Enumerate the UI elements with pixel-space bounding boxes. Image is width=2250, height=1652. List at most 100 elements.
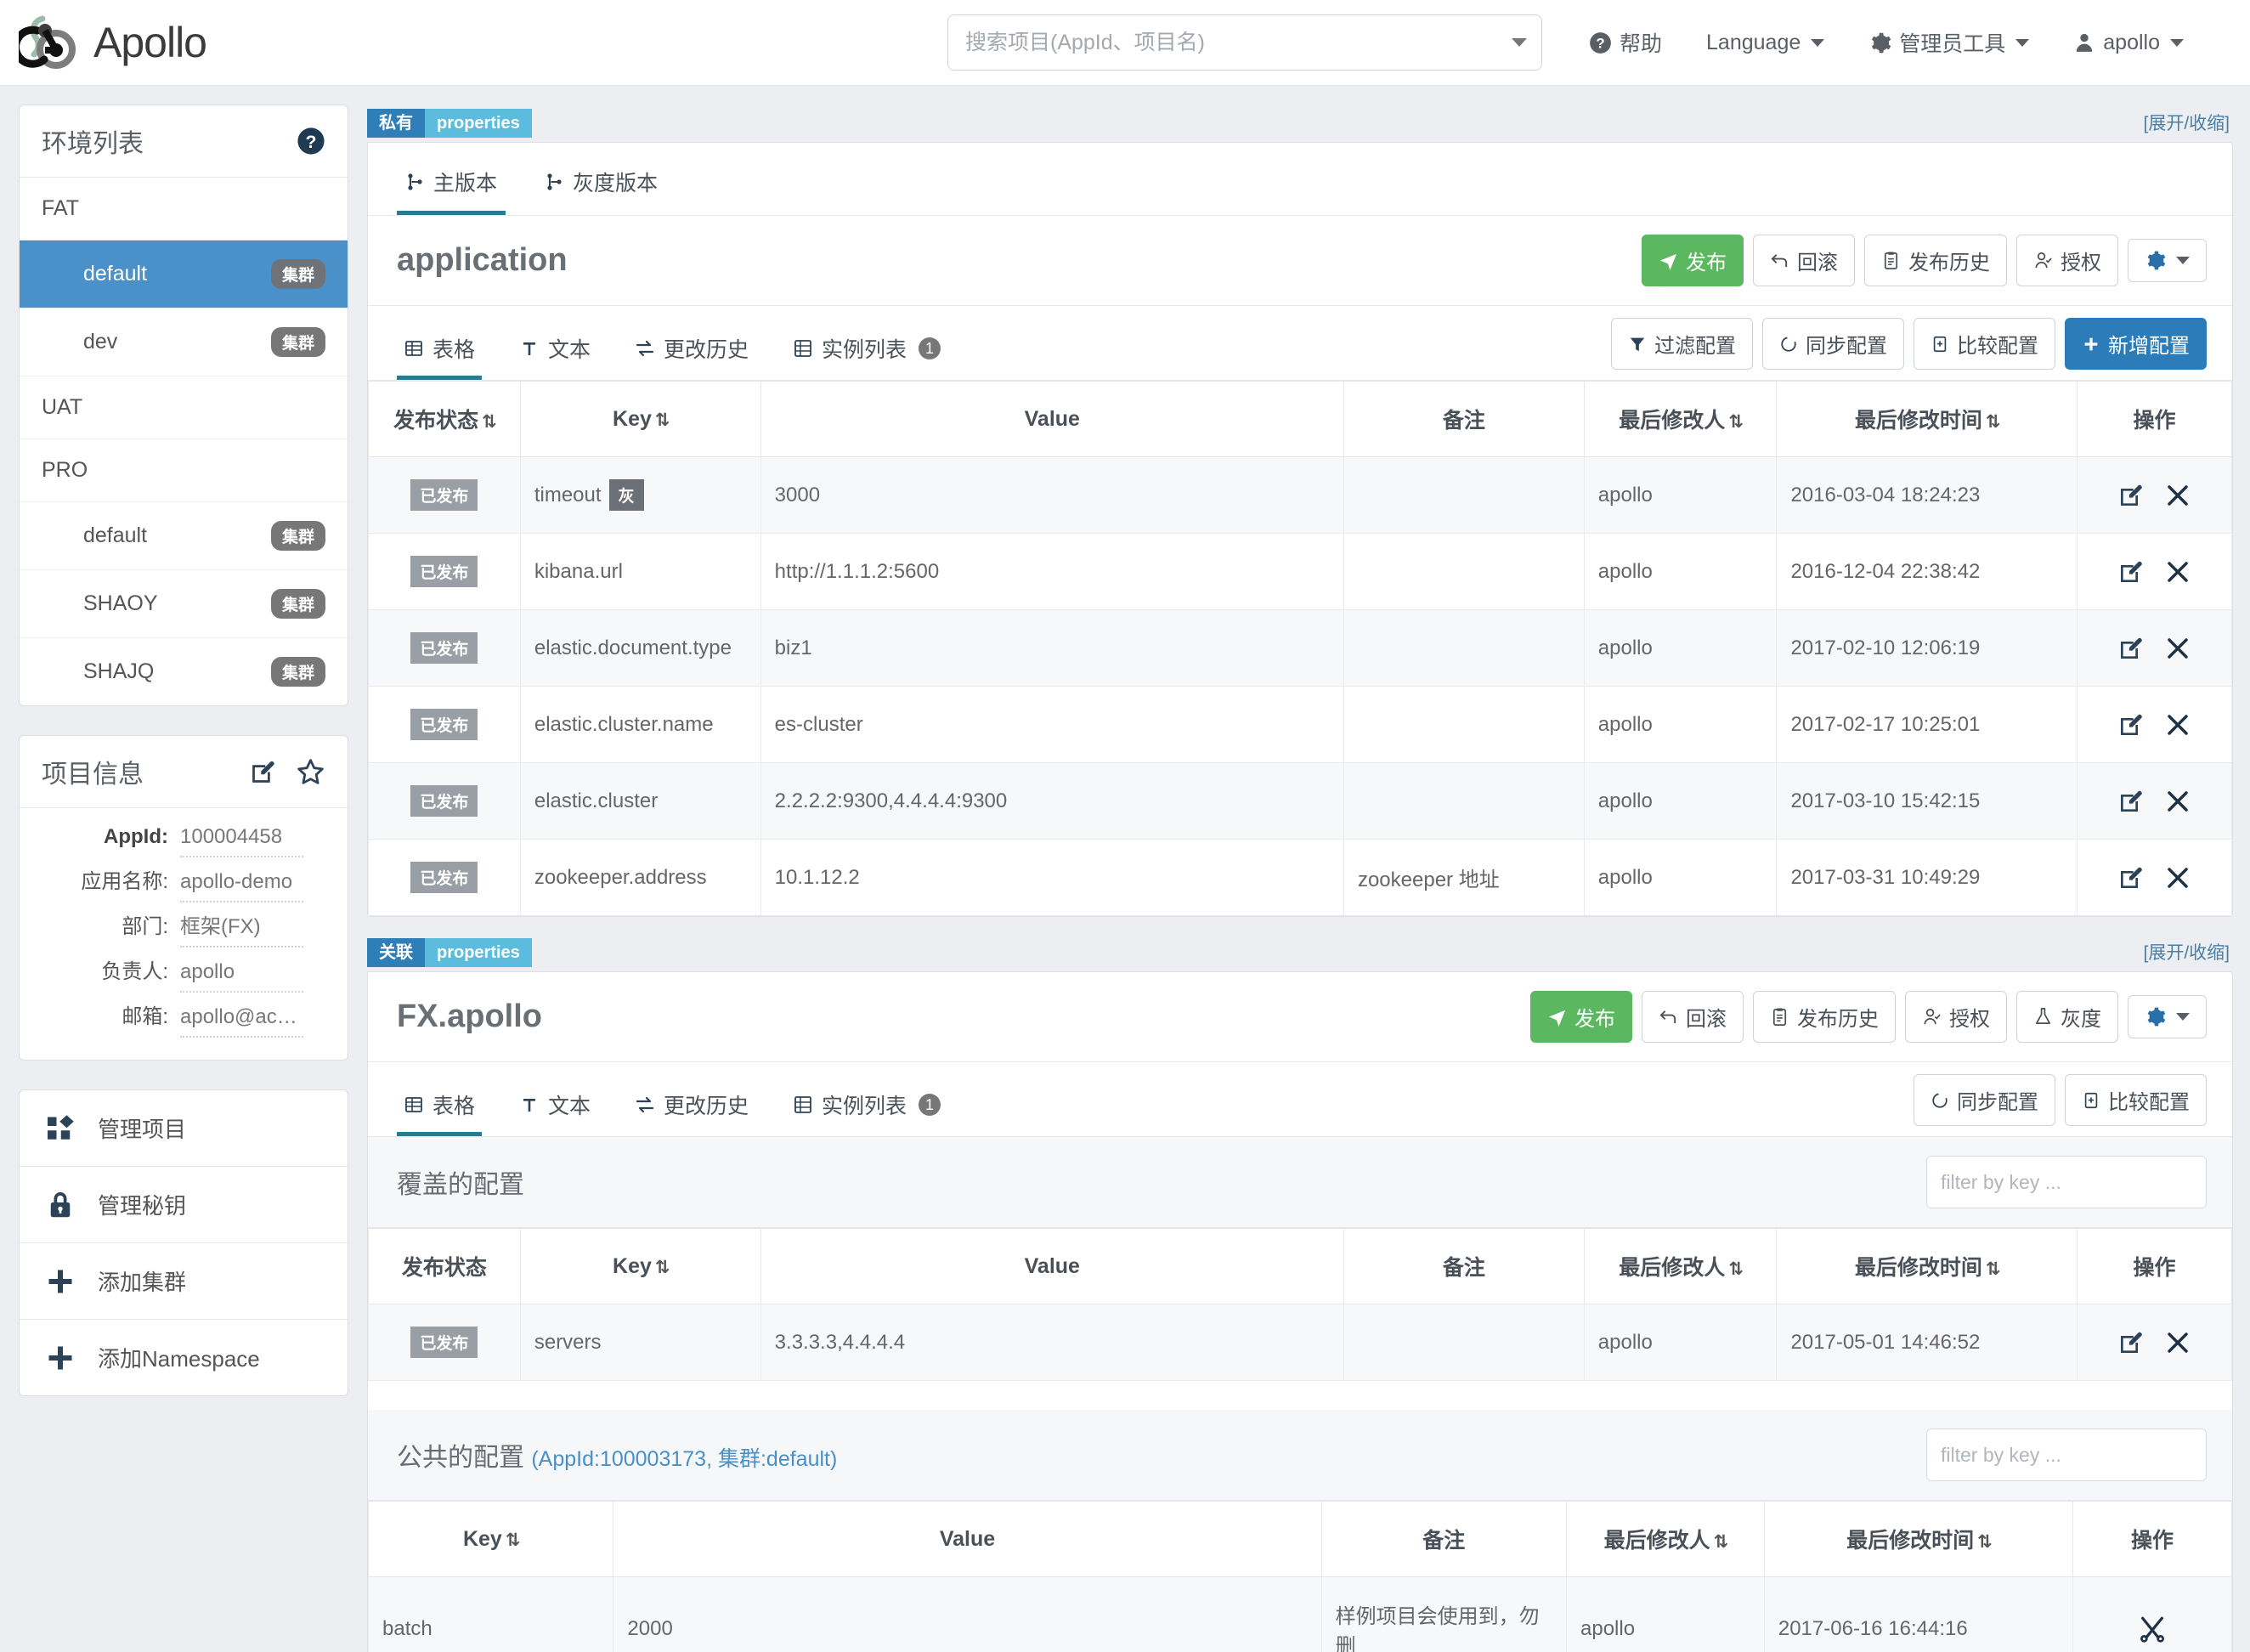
publish-button[interactable]: 发布 [1530,991,1632,1043]
tab-instance-list[interactable]: 实例列表 1 [786,1079,947,1136]
delete-icon[interactable] [2165,865,2191,891]
edit-icon[interactable] [2117,482,2145,509]
sync-config-button[interactable]: 同步配置 [1914,1074,2055,1126]
tab-change-history[interactable]: 更改历史 [628,323,755,380]
sidebar-item-fat-dev[interactable]: dev 集群 [20,308,348,376]
sidebar-item-uat[interactable]: UAT [20,376,348,439]
col-modified-time[interactable]: 最后修改时间 ⇅ [1776,1228,2078,1304]
expand-collapse-link[interactable]: [展开/收缩] [2143,939,2230,965]
tab-table[interactable]: 表格 [397,323,483,380]
nav-language[interactable]: Language [1706,31,1825,55]
cluster-badge: 集群 [270,327,325,357]
col-publish-status: 发布状态 [368,1228,521,1304]
filter-config-button[interactable]: 过滤配置 [1611,318,1753,370]
chevron-down-icon [2170,38,2184,47]
edit-square-icon[interactable] [249,758,277,786]
tab-label: 表格 [432,338,476,362]
namespace-toolbar: 表格 文本 更改历史 [368,306,2232,381]
cluster-label: SHAOY [83,591,158,615]
compare-config-button[interactable]: 比较配置 [2065,1074,2207,1126]
publish-history-button[interactable]: 发布历史 [1864,235,2007,286]
col-key[interactable]: Key ⇅ [519,381,761,457]
star-icon[interactable] [296,757,325,787]
tab-text[interactable]: 文本 [512,323,597,380]
nav-user-menu[interactable]: apollo [2073,31,2184,55]
plus-icon [2084,337,2098,350]
edit-icon[interactable] [2117,711,2145,738]
override-filter-input[interactable] [1926,1156,2207,1208]
publish-button[interactable]: 发布 [1642,235,1744,286]
cell-key: servers [519,1304,761,1381]
sidebar-item-fat[interactable]: FAT [20,178,348,240]
sidebar-item-fat-default[interactable]: default 集群 [20,240,348,308]
namespace-settings-button[interactable] [2128,239,2207,282]
public-filter-input[interactable] [1926,1429,2207,1481]
tab-master-version[interactable]: 主版本 [397,156,506,215]
delete-icon[interactable] [2165,1330,2191,1355]
sidebar-item-pro-default[interactable]: default 集群 [20,502,348,570]
tab-gray-version[interactable]: 灰度版本 [536,156,666,215]
delete-icon[interactable] [2165,483,2191,508]
edit-icon[interactable] [2117,635,2145,662]
menu-item-add-cluster[interactable]: 添加集群 [20,1243,348,1320]
rollback-button[interactable]: 回滚 [1642,991,1744,1043]
edit-icon[interactable] [2117,558,2145,586]
rollback-button[interactable]: 回滚 [1753,235,1855,286]
col-operations: 操作 [2072,1501,2232,1577]
menu-item-manage-key[interactable]: 管理秘钥 [20,1167,348,1243]
tab-table[interactable]: 表格 [397,1079,483,1136]
delete-icon[interactable] [2165,789,2191,814]
col-publish-status[interactable]: 发布状态 ⇅ [368,381,521,457]
public-config-table: Key ⇅ Value 备注 最后修改人 ⇅ 最后修改时间 ⇅ 操作 batch 20… [367,1501,2232,1652]
edit-icon[interactable] [2117,1329,2145,1356]
sidebar-item-pro-shaoy[interactable]: SHAOY 集群 [20,570,348,638]
tab-instance-list[interactable]: 实例列表 1 [786,323,947,380]
authorize-button[interactable]: 授权 [2016,235,2118,286]
project-info-header: 项目信息 [20,736,348,808]
menu-item-add-namespace[interactable]: 添加Namespace [20,1320,348,1395]
expand-collapse-link[interactable]: [展开/收缩] [2143,110,2230,135]
col-key[interactable]: Key ⇅ [519,1228,761,1304]
main-content: 私有 properties [展开/收缩] 主版本 灰度版本 applicati… [367,105,2233,1652]
menu-item-manage-project[interactable]: 管理项目 [20,1090,348,1167]
chevron-down-icon[interactable] [1512,38,1527,47]
compare-config-button[interactable]: 比较配置 [1914,318,2055,370]
tab-change-history[interactable]: 更改历史 [628,1079,755,1136]
cell-ops [2076,762,2233,840]
nav-help[interactable]: ? 帮助 [1589,27,1662,58]
edit-icon[interactable] [2117,864,2145,891]
tab-text[interactable]: 文本 [512,1079,597,1136]
cluster-badge: 集群 [270,259,325,289]
edit-icon[interactable] [2117,788,2145,815]
namespace-settings-button[interactable] [2128,995,2207,1038]
namespace-title-row: FX.apollo 发布 回滚 发布历史 授权 灰度 [368,972,2232,1062]
col-modifier[interactable]: 最后修改人 ⇅ [1583,1228,1778,1304]
sidebar-item-pro-shajq[interactable]: SHAJQ 集群 [20,638,348,705]
cell-key: zookeeper.address [519,839,761,916]
status-badge: 已发布 [410,632,478,664]
question-circle-icon[interactable]: ? [297,127,325,156]
delete-icon[interactable] [2165,712,2191,738]
public-section-meta[interactable]: (AppId:100003173, 集群:default) [531,1447,837,1471]
col-modifier[interactable]: 最后修改人 ⇅ [1583,381,1778,457]
table-header-row: Key ⇅ Value 备注 最后修改人 ⇅ 最后修改时间 ⇅ 操作 [367,1501,2232,1577]
public-section-title: 公共的配置 (AppId:100003173, 集群:default) [397,1436,837,1474]
sidebar-item-pro[interactable]: PRO [20,439,348,502]
delete-icon[interactable] [2165,636,2191,661]
namespace-card: FX.apollo 发布 回滚 发布历史 授权 灰度 表格 文本 更改历史 实例… [367,971,2233,1652]
tools-icon[interactable] [2138,1615,2167,1644]
gray-release-button[interactable]: 灰度 [2016,991,2118,1043]
cell-modifier: apollo [1566,1576,1765,1652]
col-modified-time[interactable]: 最后修改时间 ⇅ [1763,1501,2074,1577]
col-modified-time[interactable]: 最后修改时间 ⇅ [1776,381,2078,457]
authorize-button[interactable]: 授权 [1905,991,2007,1043]
col-key[interactable]: Key ⇅ [367,1501,614,1577]
add-config-button[interactable]: 新增配置 [2065,318,2207,370]
search-input[interactable] [947,14,1542,71]
sync-config-button[interactable]: 同步配置 [1762,318,1904,370]
publish-history-button[interactable]: 发布历史 [1753,991,1896,1043]
delete-icon[interactable] [2165,559,2191,585]
brand-logo[interactable]: Apollo [0,12,399,73]
col-modifier[interactable]: 最后修改人 ⇅ [1566,1501,1765,1577]
nav-admin-tools[interactable]: 管理员工具 [1868,27,2030,58]
